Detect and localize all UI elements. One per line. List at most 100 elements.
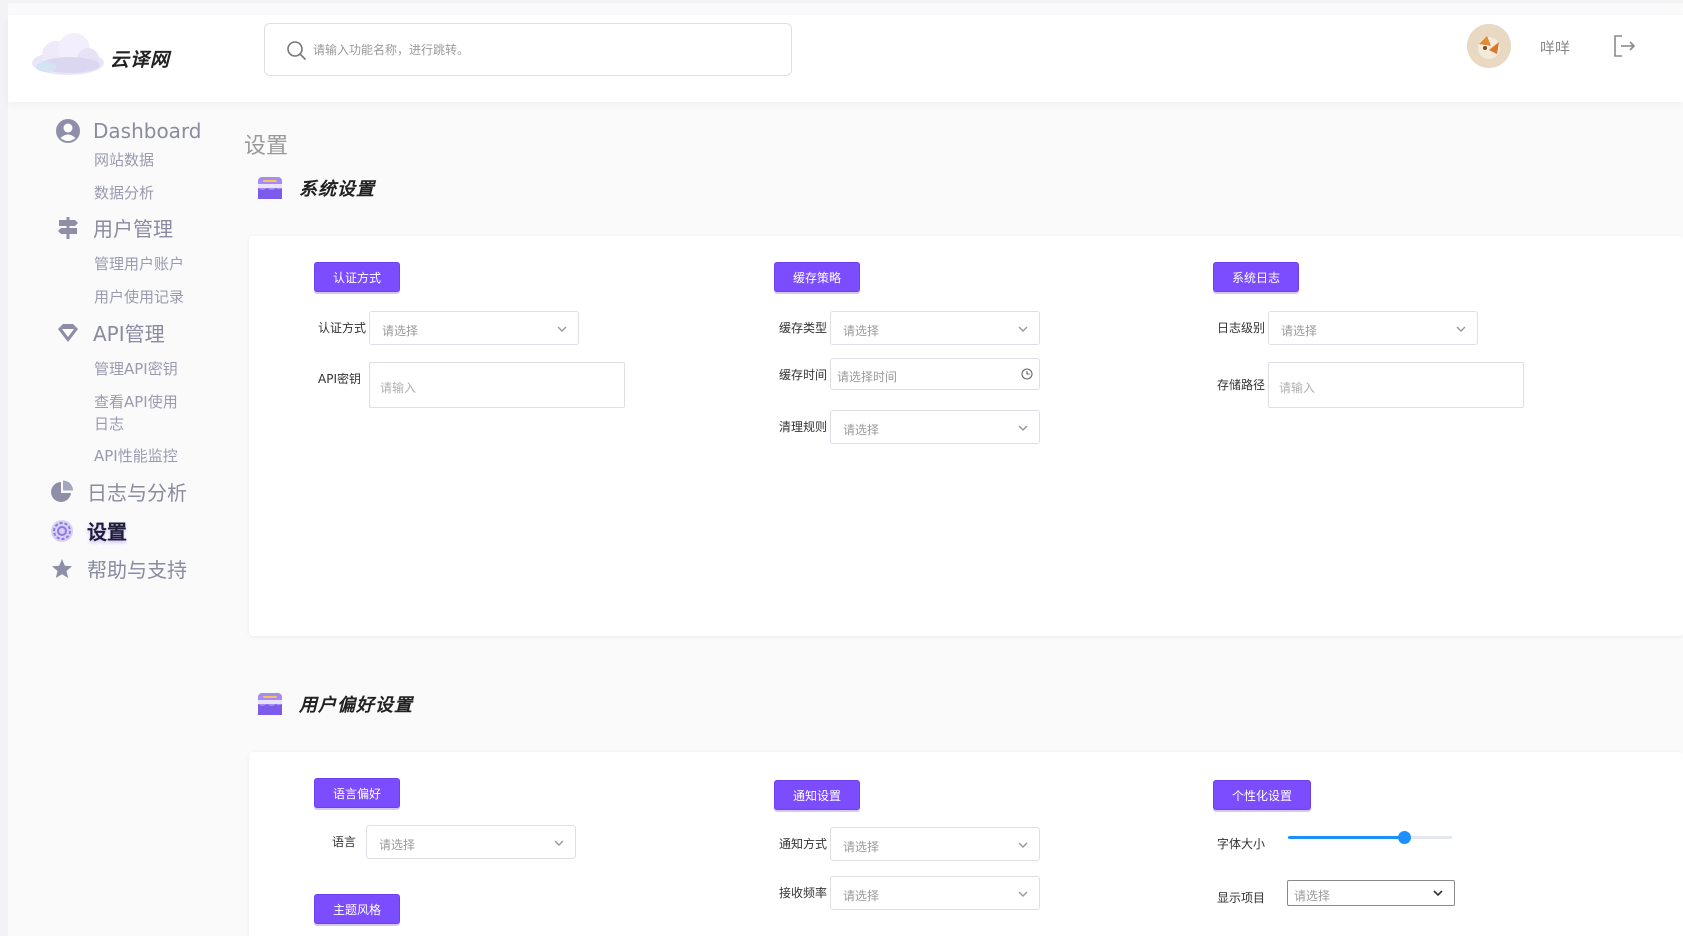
cloud-logo-icon <box>32 33 104 75</box>
sidebar-item-api-usage-logs-line1: 查看API使用 <box>94 393 178 411</box>
display-items-label: 显示项目 <box>1217 891 1266 905</box>
top-header: 云译网 咩咩 <box>8 15 1683 102</box>
avatar[interactable] <box>1467 24 1511 68</box>
sidebar-item-manage-accounts[interactable]: 管理用户账户 <box>94 253 184 275</box>
diamond-icon <box>58 323 78 342</box>
cleanup-rule-label: 清理规则 <box>779 420 828 434</box>
language-pref-tag: 语言偏好 <box>314 778 401 808</box>
slider-thumb[interactable] <box>1398 831 1411 844</box>
display-items-select[interactable]: 请选择 <box>1287 880 1455 906</box>
sidebar-item-api-usage-logs[interactable]: 查看API使用 日志 <box>94 391 178 435</box>
sidebar-group-users[interactable]: 用户管理 <box>55 213 173 242</box>
logo[interactable]: 云译网 <box>28 27 218 83</box>
sidebar-group-logs[interactable]: 日志与分析 <box>49 477 187 506</box>
gear-icon <box>51 519 73 542</box>
page-title: 设置 <box>244 134 289 159</box>
font-size-slider[interactable] <box>1288 828 1452 848</box>
personalize-tag: 个性化设置 <box>1213 780 1312 810</box>
chevron-down-icon <box>1018 425 1028 431</box>
search-box[interactable] <box>264 23 792 76</box>
language-placeholder: 请选择 <box>379 838 416 852</box>
font-size-label: 字体大小 <box>1217 837 1266 851</box>
search-input[interactable] <box>313 36 773 64</box>
api-key-label: API密钥 <box>318 372 361 386</box>
auth-method-select[interactable]: 请选择 <box>369 311 579 345</box>
star-icon <box>52 558 72 578</box>
sidebar-item-api-performance[interactable]: API性能监控 <box>94 445 178 467</box>
sidebar-group-settings[interactable]: 设置 <box>49 516 127 545</box>
section-title-system: 系统设置 <box>255 173 375 203</box>
section-title-text: 用户偏好设置 <box>299 695 413 716</box>
auth-tag: 认证方式 <box>314 262 401 292</box>
user-circle-icon <box>56 119 80 143</box>
sidebar-group-help[interactable]: 帮助与支持 <box>49 554 187 583</box>
api-key-input[interactable]: 请输入 <box>369 362 625 408</box>
sidebar-item-manage-api-keys[interactable]: 管理API密钥 <box>94 358 178 380</box>
theme-style-tag: 主题风格 <box>314 894 401 924</box>
notify-method-label: 通知方式 <box>779 837 828 851</box>
logout-icon[interactable] <box>1611 33 1637 59</box>
storefront-icon <box>258 693 282 715</box>
username[interactable]: 咩咩 <box>1540 37 1570 58</box>
api-key-placeholder: 请输入 <box>380 381 417 395</box>
clock-icon <box>1021 368 1033 380</box>
sidebar-group-label: 日志与分析 <box>87 481 187 505</box>
language-label: 语言 <box>332 835 357 849</box>
notify-method-placeholder: 请选择 <box>843 840 880 854</box>
cache-time-placeholder: 请选择时间 <box>837 370 898 384</box>
cache-tag: 缓存策略 <box>774 262 861 292</box>
sidebar-group-label: 帮助与支持 <box>87 558 187 582</box>
chevron-down-icon <box>1433 890 1443 897</box>
section-title-prefs: 用户偏好设置 <box>255 689 413 719</box>
chevron-down-icon <box>1456 326 1466 332</box>
cleanup-rule-select[interactable]: 请选择 <box>830 410 1040 444</box>
storage-path-label: 存储路径 <box>1217 378 1266 392</box>
sidebar-item-api-usage-logs-line2: 日志 <box>94 415 125 433</box>
slider-fill <box>1288 836 1404 839</box>
sidebar-group-label: Dashboard <box>93 119 202 143</box>
language-select[interactable]: 请选择 <box>366 825 576 859</box>
chevron-down-icon <box>1018 326 1028 332</box>
log-level-select[interactable]: 请选择 <box>1268 311 1478 345</box>
sidebar-group-api[interactable]: API管理 <box>55 318 165 347</box>
chevron-down-icon <box>1018 842 1028 848</box>
cache-time-label: 缓存时间 <box>779 368 828 382</box>
pie-chart-icon <box>51 480 73 502</box>
sidebar-item-usage-records[interactable]: 用户使用记录 <box>94 286 184 308</box>
cache-type-label: 缓存类型 <box>779 321 828 335</box>
receive-freq-label: 接收频率 <box>779 886 828 900</box>
sidebar-group-label: 用户管理 <box>93 217 173 241</box>
receive-freq-placeholder: 请选择 <box>843 889 880 903</box>
chevron-down-icon <box>554 840 564 846</box>
log-level-placeholder: 请选择 <box>1281 324 1318 338</box>
section-title-text: 系统设置 <box>299 179 375 200</box>
notify-settings-tag: 通知设置 <box>774 780 861 810</box>
storage-path-input[interactable]: 请输入 <box>1268 362 1524 408</box>
receive-freq-select[interactable]: 请选择 <box>830 876 1040 910</box>
user-prefs-card: 语言偏好 语言 请选择 主题风格 通知设置 通知方式 请选择 接收频率 请选择 … <box>249 752 1683 936</box>
search-icon <box>287 41 306 60</box>
cache-time-picker[interactable]: 请选择时间 <box>830 358 1040 390</box>
auth-method-placeholder: 请选择 <box>382 324 419 338</box>
sidebar-item-website-data[interactable]: 网站数据 <box>94 149 154 171</box>
sidebar-group-label: 设置 <box>87 520 127 544</box>
brand-name: 云译网 <box>110 49 171 71</box>
sidebar-group-label: API管理 <box>93 322 165 346</box>
signpost-icon <box>58 216 78 239</box>
auth-method-label: 认证方式 <box>318 321 367 335</box>
avatar-image <box>1467 24 1511 68</box>
cleanup-rule-placeholder: 请选择 <box>843 423 880 437</box>
cache-type-placeholder: 请选择 <box>843 324 880 338</box>
system-log-tag: 系统日志 <box>1213 262 1300 292</box>
chevron-down-icon <box>1018 891 1028 897</box>
system-settings-card: 认证方式 认证方式 请选择 API密钥 请输入 缓存策略 缓存类型 请选择 缓存… <box>249 236 1683 636</box>
sidebar-item-data-analysis[interactable]: 数据分析 <box>94 182 154 204</box>
storefront-icon <box>258 177 282 199</box>
sidebar-group-dashboard[interactable]: Dashboard <box>55 118 202 144</box>
cache-type-select[interactable]: 请选择 <box>830 311 1040 345</box>
display-items-placeholder: 请选择 <box>1294 889 1331 903</box>
chevron-down-icon <box>557 326 567 332</box>
notify-method-select[interactable]: 请选择 <box>830 827 1040 861</box>
log-level-label: 日志级别 <box>1217 321 1266 335</box>
page: 云译网 咩咩 <box>8 3 1683 936</box>
